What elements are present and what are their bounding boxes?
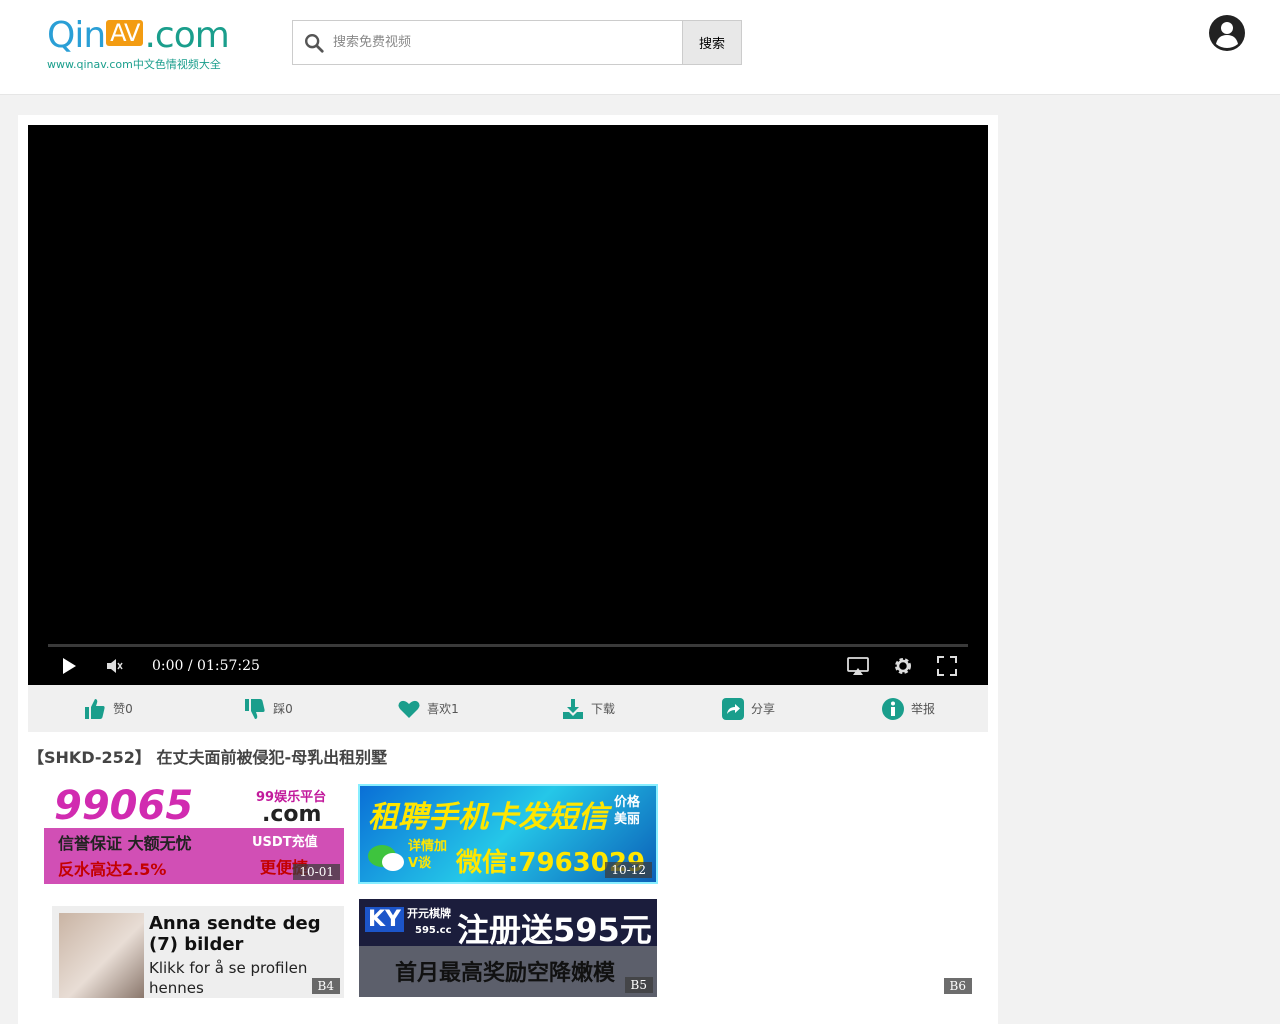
logo-text: Qin AV .com [47,15,230,56]
ad-text: Klikk for å se profilen hennes [149,959,308,997]
ad-profile[interactable]: Anna sendte deg (7) bilder Klikk for å s… [52,906,344,998]
ad-text: 开元棋牌 [407,907,451,920]
ad-banner-ky[interactable]: KY 开元棋牌 595.cc 注册送595元 首月最高奖励空降嫩模 B5 [359,899,657,997]
site-logo[interactable]: Qin AV .com www.qinav.com中文色情视频大全 [47,18,247,74]
dislike-count: 踩0 [273,702,293,716]
download-icon [562,698,583,719]
site-header: Qin AV .com www.qinav.com中文色情视频大全 搜索 [0,0,1280,95]
heart-icon [398,700,420,718]
ad-title: Anna sendte deg (7) bilder [149,913,321,955]
dislike-button[interactable]: 踩0 [188,685,348,732]
ad-text: 首月最高奖励空降嫩模 [395,961,616,986]
ad-headline: 99065 [54,784,194,829]
favorite-button[interactable]: 喜欢1 [348,685,508,732]
ad-headline: 租聘手机卡发短信 [368,800,608,835]
wechat-icon [368,845,404,871]
like-button[interactable]: 赞0 [28,685,188,732]
action-bar: 赞0 踩0 喜欢1 下载 分享 举报 [28,685,988,732]
ad-domain: .com [262,802,322,827]
download-label: 下载 [590,702,615,716]
ad-brand: KY [365,907,404,932]
airplay-icon[interactable] [846,655,870,677]
search-bar: 搜索 [292,20,742,65]
video-player[interactable]: 0:00 / 01:57:25 [28,125,988,685]
report-label: 举报 [910,702,935,716]
time-display: 0:00 / 01:57:25 [152,658,260,674]
share-icon [721,697,744,720]
thumbs-up-icon [85,698,105,719]
report-button[interactable]: 举报 [828,685,988,732]
ad-tag: 10-12 [605,862,652,878]
main-panel: 0:00 / 01:57:25 赞0 踩0 喜欢1 下载 分享 举报 【SHKD… [18,115,998,1024]
ad-text: USDT充值 [252,835,318,850]
video-title: 【SHKD-252】 在丈夫面前被侵犯-母乳出租别墅 [28,748,388,767]
favorite-count: 喜欢1 [427,702,459,716]
share-label: 分享 [750,702,775,716]
ad-headline: 注册送595元 [457,911,652,949]
search-button[interactable]: 搜索 [682,21,741,64]
ad-slot-b6[interactable]: B6 [938,974,972,994]
play-icon[interactable] [58,655,80,677]
ad-text: 595.cc [415,925,452,936]
thumbs-down-icon [245,698,265,719]
fullscreen-icon[interactable] [936,655,958,677]
ad-text: 价格美丽 [614,795,641,827]
ad-banner-sms[interactable]: 租聘手机卡发短信 价格美丽 详情加V谈 微信:7963029 10-12 [358,784,658,884]
ad-text: 信誉保证 大额无忧 [58,834,192,853]
search-input[interactable] [333,21,683,64]
ad-tag: B5 [624,977,653,993]
user-account-icon[interactable] [1209,15,1245,51]
logo-tagline: www.qinav.com中文色情视频大全 [47,58,221,71]
ad-tag: B6 [943,978,972,994]
ad-banner-99065[interactable]: 99065 99娱乐平台 .com 信誉保证 大额无忧 反水高达2.5% USD… [44,784,344,884]
search-icon [305,34,324,53]
like-count: 赞0 [113,702,133,716]
info-icon [881,697,904,720]
ad-tag: 10-01 [293,864,340,880]
ad-thumbnail [59,913,144,998]
volume-icon[interactable] [104,655,126,677]
progress-bar[interactable] [48,644,968,647]
ad-text: 反水高达2.5% [58,860,167,879]
ad-tag: B4 [311,978,340,994]
share-button[interactable]: 分享 [668,685,828,732]
settings-icon[interactable] [892,655,914,677]
download-button[interactable]: 下载 [508,685,668,732]
ad-text: 详情加V谈 [408,839,448,871]
